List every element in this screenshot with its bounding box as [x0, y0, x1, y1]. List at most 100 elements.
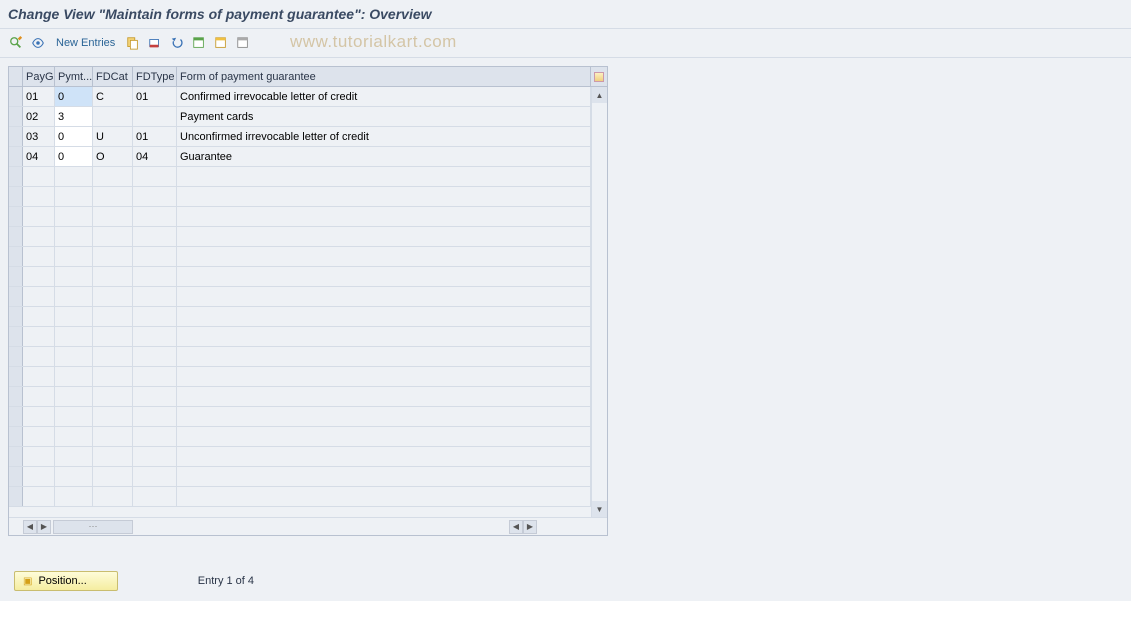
cell-payg	[23, 167, 55, 186]
cell-pymt[interactable]: 3	[55, 107, 93, 126]
cell-fdcat[interactable]: C	[93, 87, 133, 106]
scroll-right-icon[interactable]: ▶	[37, 520, 51, 534]
cell-payg[interactable]: 02	[23, 107, 55, 126]
cell-payg	[23, 187, 55, 206]
cell-desc	[177, 187, 591, 206]
cell-fdtype	[133, 427, 177, 446]
select-all-icon[interactable]	[189, 33, 209, 53]
cell-payg	[23, 267, 55, 286]
row-selector[interactable]	[9, 287, 23, 306]
cell-payg[interactable]: 01	[23, 87, 55, 106]
scroll-thumb[interactable]: ⋯	[53, 520, 133, 534]
toggle-display-change-icon[interactable]	[6, 33, 26, 53]
cell-fdcat[interactable]	[93, 107, 133, 126]
cell-fdcat[interactable]: O	[93, 147, 133, 166]
row-selector[interactable]	[9, 407, 23, 426]
cell-fdtype	[133, 367, 177, 386]
vertical-scrollbar[interactable]: ▲ ▼	[591, 87, 607, 517]
row-selector[interactable]	[9, 447, 23, 466]
table-row	[9, 367, 607, 387]
cell-pymt	[55, 487, 93, 506]
cell-payg	[23, 407, 55, 426]
cell-pymt	[55, 407, 93, 426]
cell-fdcat	[93, 287, 133, 306]
new-entries-button[interactable]: New Entries	[50, 35, 121, 51]
cell-fdtype	[133, 207, 177, 226]
scroll-left-icon[interactable]: ◀	[23, 520, 37, 534]
cell-fdtype[interactable]	[133, 107, 177, 126]
row-selector[interactable]	[9, 187, 23, 206]
scroll-up-icon[interactable]: ▲	[592, 87, 607, 103]
cell-fdcat	[93, 307, 133, 326]
row-selector[interactable]	[9, 347, 23, 366]
data-table: PayG Pymt... FDCat FDType Form of paymen…	[8, 66, 608, 536]
cell-desc	[177, 247, 591, 266]
row-selector[interactable]	[9, 267, 23, 286]
other-view-icon[interactable]	[28, 33, 48, 53]
cell-fdtype[interactable]: 01	[133, 127, 177, 146]
cell-desc	[177, 407, 591, 426]
row-selector[interactable]	[9, 207, 23, 226]
row-selector[interactable]	[9, 227, 23, 246]
copy-icon[interactable]	[123, 33, 143, 53]
page-title: Change View "Maintain forms of payment g…	[8, 6, 432, 22]
col-header-pymt[interactable]: Pymt...	[55, 67, 93, 86]
cell-desc[interactable]: Unconfirmed irrevocable letter of credit	[177, 127, 591, 146]
cell-fdtype	[133, 287, 177, 306]
row-selector[interactable]	[9, 107, 23, 126]
row-selector[interactable]	[9, 167, 23, 186]
scroll-left-end-icon[interactable]: ◀	[509, 520, 523, 534]
scroll-down-icon[interactable]: ▼	[592, 501, 607, 517]
cell-desc	[177, 287, 591, 306]
cell-desc	[177, 467, 591, 486]
row-selector[interactable]	[9, 427, 23, 446]
scroll-right-end-icon[interactable]: ▶	[523, 520, 537, 534]
row-selector[interactable]	[9, 327, 23, 346]
cell-fdcat[interactable]: U	[93, 127, 133, 146]
row-selector[interactable]	[9, 307, 23, 326]
cell-payg	[23, 327, 55, 346]
col-header-fdtype[interactable]: FDType	[133, 67, 177, 86]
table-row	[9, 307, 607, 327]
cell-pymt[interactable]: 0	[55, 127, 93, 146]
row-selector[interactable]	[9, 147, 23, 166]
cell-fdcat	[93, 247, 133, 266]
cell-fdtype	[133, 267, 177, 286]
row-selector[interactable]	[9, 247, 23, 266]
deselect-all-icon[interactable]	[233, 33, 253, 53]
table-settings-icon[interactable]	[591, 67, 607, 86]
table-row	[9, 187, 607, 207]
row-selector[interactable]	[9, 387, 23, 406]
col-header-desc[interactable]: Form of payment guarantee	[177, 67, 591, 86]
undo-icon[interactable]	[167, 33, 187, 53]
cell-fdtype	[133, 387, 177, 406]
row-selector[interactable]	[9, 127, 23, 146]
cell-pymt[interactable]: 0	[55, 147, 93, 166]
row-selector[interactable]	[9, 467, 23, 486]
scroll-track[interactable]	[592, 103, 607, 501]
cell-desc	[177, 207, 591, 226]
col-header-payg[interactable]: PayG	[23, 67, 55, 86]
cell-desc[interactable]: Payment cards	[177, 107, 591, 126]
position-button[interactable]: ▣ Position...	[14, 571, 118, 591]
row-selector[interactable]	[9, 367, 23, 386]
cell-pymt[interactable]: 0	[55, 87, 93, 106]
cell-payg[interactable]: 04	[23, 147, 55, 166]
col-header-fdcat[interactable]: FDCat	[93, 67, 133, 86]
row-selector[interactable]	[9, 487, 23, 506]
cell-desc[interactable]: Confirmed irrevocable letter of credit	[177, 87, 591, 106]
table-row	[9, 287, 607, 307]
cell-pymt	[55, 167, 93, 186]
row-selector[interactable]	[9, 87, 23, 106]
select-block-icon[interactable]	[211, 33, 231, 53]
table-row: 040O04Guarantee	[9, 147, 607, 167]
cell-fdtype[interactable]: 04	[133, 147, 177, 166]
cell-fdtype	[133, 247, 177, 266]
cell-payg[interactable]: 03	[23, 127, 55, 146]
table-row: 030U01Unconfirmed irrevocable letter of …	[9, 127, 607, 147]
row-selector-header[interactable]	[9, 67, 23, 86]
delete-icon[interactable]	[145, 33, 165, 53]
cell-fdtype[interactable]: 01	[133, 87, 177, 106]
cell-pymt	[55, 307, 93, 326]
cell-desc[interactable]: Guarantee	[177, 147, 591, 166]
